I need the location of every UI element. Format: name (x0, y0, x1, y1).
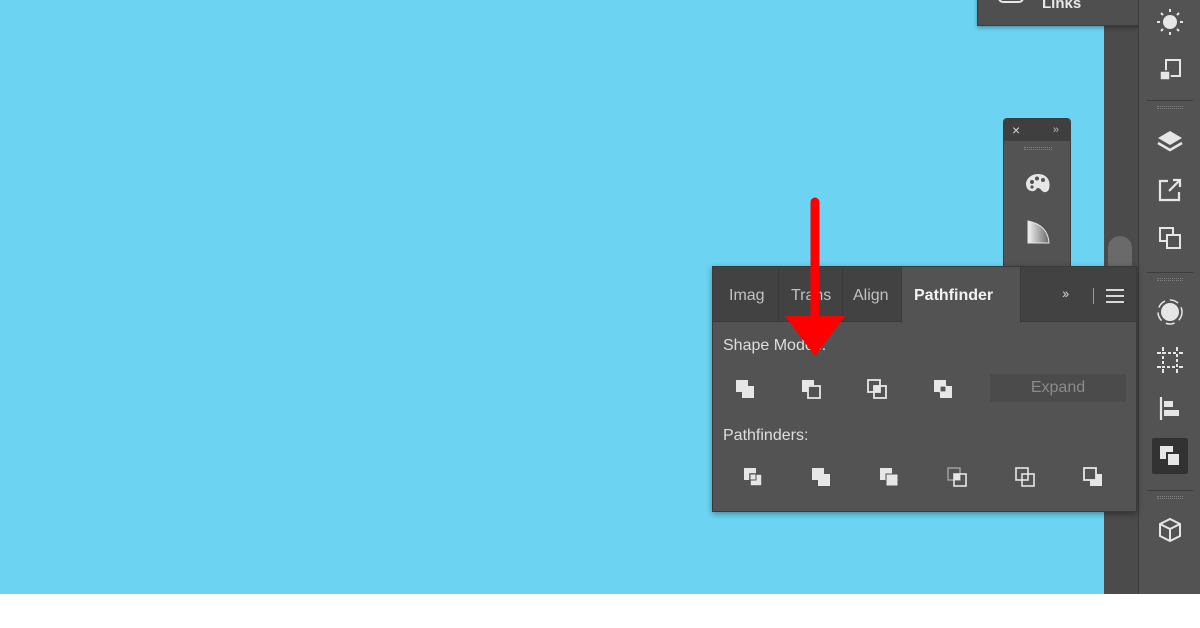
dock-grip[interactable] (1157, 496, 1183, 499)
pathfinder-panel: Imag Trans Align Pathfinder ›› Shape Mod… (712, 266, 1137, 512)
tab-image-trace[interactable]: Imag (723, 267, 779, 322)
transform-icon[interactable] (1152, 220, 1188, 256)
dock-separator (1147, 100, 1193, 101)
divide-icon[interactable] (733, 459, 773, 495)
annotation-arrow (785, 197, 845, 356)
intersect-icon[interactable] (857, 371, 897, 407)
crop-marks-icon[interactable] (1152, 342, 1188, 378)
close-icon[interactable]: × (1012, 121, 1020, 139)
trim-icon[interactable] (801, 459, 841, 495)
dock-separator (1147, 490, 1193, 491)
merge-icon[interactable] (869, 459, 909, 495)
page-bottom-margin (0, 594, 1200, 628)
crop-icon[interactable] (937, 459, 977, 495)
dock-grip[interactable] (1157, 278, 1183, 281)
panel-menu-icon[interactable] (1106, 289, 1124, 303)
layers-icon[interactable] (1152, 124, 1188, 160)
align-icon[interactable] (1152, 390, 1188, 426)
dock-separator (1147, 272, 1193, 273)
outline-icon[interactable] (1005, 459, 1045, 495)
tab-divider (1093, 288, 1094, 304)
color-palette-icon[interactable] (1021, 167, 1055, 201)
artboards-icon[interactable] (1152, 52, 1188, 88)
collapse-icon[interactable]: » (1053, 121, 1059, 139)
panel-grip[interactable] (1024, 147, 1052, 150)
gradient-icon[interactable] (1021, 215, 1055, 249)
3d-cube-icon[interactable] (1152, 512, 1188, 548)
pathfinder-icon[interactable] (1152, 438, 1188, 474)
links-flyout[interactable]: Links (977, 0, 1161, 26)
tab-align[interactable]: Align (847, 267, 903, 322)
panel-tab-bar: Imag Trans Align Pathfinder ›› (713, 267, 1136, 323)
artboard-canvas[interactable]: Links × » Imag Align Pathfinder ›› Shape… (0, 0, 1200, 594)
minus-front-icon[interactable] (791, 371, 831, 407)
dock-grip[interactable] (1157, 106, 1183, 109)
more-tabs-icon[interactable]: ›› (1062, 285, 1069, 301)
links-label: Links (1042, 0, 1082, 12)
mini-panel-header[interactable]: × » (1004, 119, 1070, 141)
pathfinders-label: Pathfinders: (723, 427, 809, 444)
minus-back-icon[interactable] (1073, 459, 1113, 495)
unite-icon[interactable] (725, 371, 765, 407)
recolor-icon[interactable] (1152, 294, 1188, 330)
exclude-icon[interactable] (923, 371, 963, 407)
link-icon (998, 0, 1024, 3)
export-icon[interactable] (1152, 172, 1188, 208)
expand-button[interactable]: Expand (989, 373, 1127, 403)
panel-dock (1138, 0, 1200, 594)
mini-floating-panel: × » (1003, 118, 1071, 268)
tab-pathfinder[interactable]: Pathfinder (901, 267, 1021, 323)
sun-icon[interactable] (1152, 4, 1188, 40)
